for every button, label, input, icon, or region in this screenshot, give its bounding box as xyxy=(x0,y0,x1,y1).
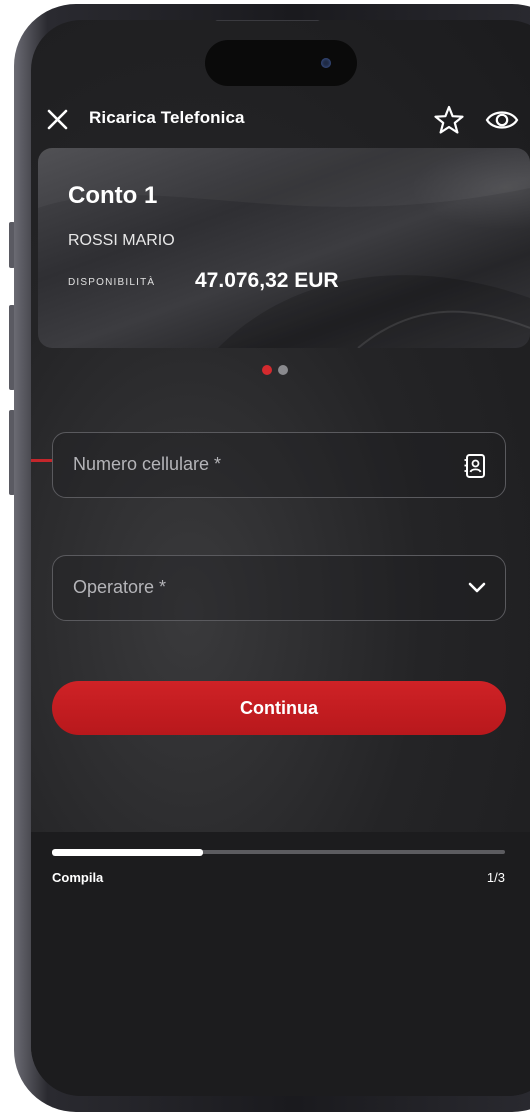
front-camera xyxy=(321,58,331,68)
speaker-grille xyxy=(215,20,320,21)
phone-number-field[interactable]: Numero cellulare * xyxy=(52,432,506,498)
account-holder: ROSSI MARIO xyxy=(68,232,175,249)
availability-label: DISPONIBILITÀ xyxy=(68,277,156,288)
phone-number-placeholder: Numero cellulare * xyxy=(73,454,222,474)
availability-amount: 47.076,32 EUR xyxy=(195,269,339,292)
operator-select[interactable]: Operatore * xyxy=(52,555,506,621)
page: Ricarica Telefonica Conto 1 ROSSI MARIO … xyxy=(0,0,530,1118)
visibility-toggle-button[interactable] xyxy=(483,104,521,136)
continue-button[interactable]: Continua xyxy=(52,681,506,735)
step-label: Compila xyxy=(52,870,104,885)
account-name: Conto 1 xyxy=(68,182,158,209)
star-outline-icon xyxy=(434,105,464,134)
progress-bar-fill xyxy=(52,849,203,856)
chevron-down-icon xyxy=(468,582,486,593)
close-button[interactable] xyxy=(44,106,72,134)
page-title: Ricarica Telefonica xyxy=(89,108,245,127)
operator-placeholder: Operatore * xyxy=(73,577,167,597)
eye-icon xyxy=(485,111,519,129)
dynamic-island xyxy=(205,40,357,86)
app-screen: Ricarica Telefonica Conto 1 ROSSI MARIO … xyxy=(31,20,530,1096)
contacts-icon[interactable] xyxy=(463,453,487,479)
pager-dot-active[interactable] xyxy=(262,365,272,375)
card-pager xyxy=(262,365,288,375)
pager-dot-inactive[interactable] xyxy=(278,365,288,375)
progress-bar xyxy=(52,849,505,856)
step-count: 1/3 xyxy=(486,870,505,885)
account-card[interactable]: Conto 1 ROSSI MARIO DISPONIBILITÀ 47.076… xyxy=(38,148,530,348)
bottom-panel xyxy=(31,832,530,1096)
close-icon xyxy=(47,109,68,130)
annotation-pointer xyxy=(31,459,52,462)
favorite-button[interactable] xyxy=(432,103,466,137)
